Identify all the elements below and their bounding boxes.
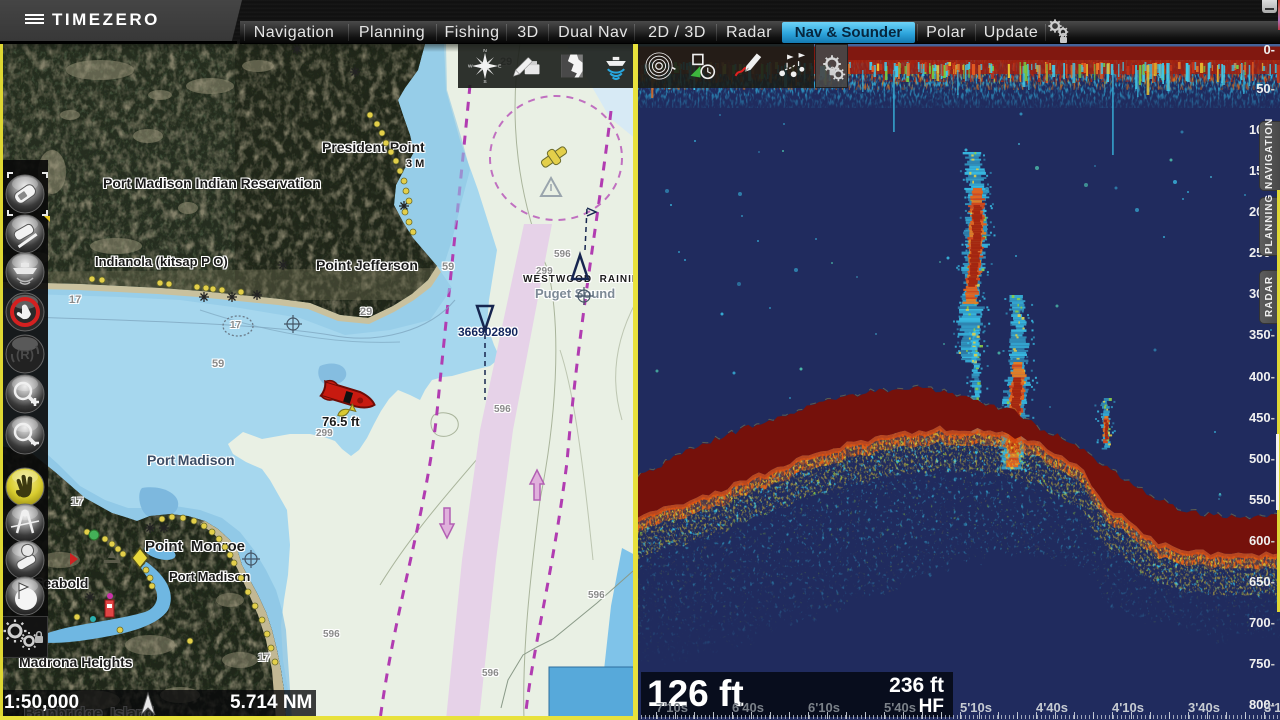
svg-text:N: N: [483, 48, 487, 54]
svg-text:(R): (R): [16, 347, 34, 362]
svg-text:E: E: [498, 64, 502, 70]
svg-text:W: W: [468, 64, 473, 70]
svg-text:S: S: [483, 79, 487, 85]
